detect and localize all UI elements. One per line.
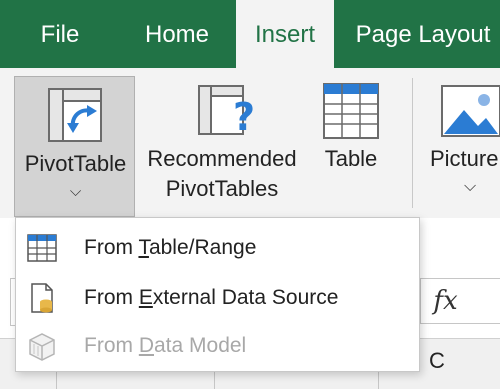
insert-function-button[interactable]: fx: [420, 278, 500, 324]
table-range-icon: [27, 234, 57, 262]
menu-item-from-data-model: From Data Model: [16, 322, 419, 370]
recommended-pivottables-button[interactable]: ? Recommended PivotTables: [138, 80, 306, 216]
external-data-source-icon: [31, 283, 53, 313]
ribbon-group-divider: [412, 78, 413, 208]
chevron-down-icon: ⌵: [69, 183, 82, 200]
recommended-pivottables-icon: ?: [198, 85, 255, 139]
recommended-label-line2: PivotTables: [165, 176, 279, 201]
pivottable-dropdown-menu: From Table/Range From External Data Sour…: [15, 217, 420, 372]
table-button[interactable]: Table: [314, 80, 388, 190]
tab-file[interactable]: File: [22, 0, 98, 68]
pictures-chevron-down-icon: ⌵: [464, 178, 477, 195]
ribbon-tab-bar: File Home Insert Page Layout: [0, 0, 500, 69]
menu-item-from-external-data-source[interactable]: From External Data Source: [16, 274, 419, 322]
recommended-label-line1: Recommended: [147, 146, 297, 171]
pivottable-label: PivotTable: [24, 151, 127, 176]
table-icon: [323, 83, 379, 139]
pictures-label: Picture: [430, 146, 499, 171]
tab-page-layout[interactable]: Page Layout: [346, 0, 500, 68]
ribbon-insert-panel: PivotTable ⌵ ? Recommended PivotTables T…: [0, 68, 500, 218]
menu-item-label: From Table/Range: [84, 236, 257, 259]
data-model-icon: [29, 333, 55, 361]
menu-item-from-table-range[interactable]: From Table/Range: [16, 224, 419, 272]
tab-insert[interactable]: Insert: [236, 0, 334, 69]
table-label: Table: [324, 146, 378, 171]
menu-item-label: From External Data Source: [84, 286, 339, 309]
picture-icon: [441, 85, 500, 137]
tab-home[interactable]: Home: [128, 0, 226, 68]
svg-text:?: ?: [233, 95, 255, 139]
pivottable-icon: [48, 88, 102, 142]
menu-item-label: From Data Model: [84, 334, 247, 357]
pictures-button[interactable]: Picture ⌵: [424, 80, 500, 216]
pivottable-button[interactable]: PivotTable ⌵: [14, 76, 135, 217]
